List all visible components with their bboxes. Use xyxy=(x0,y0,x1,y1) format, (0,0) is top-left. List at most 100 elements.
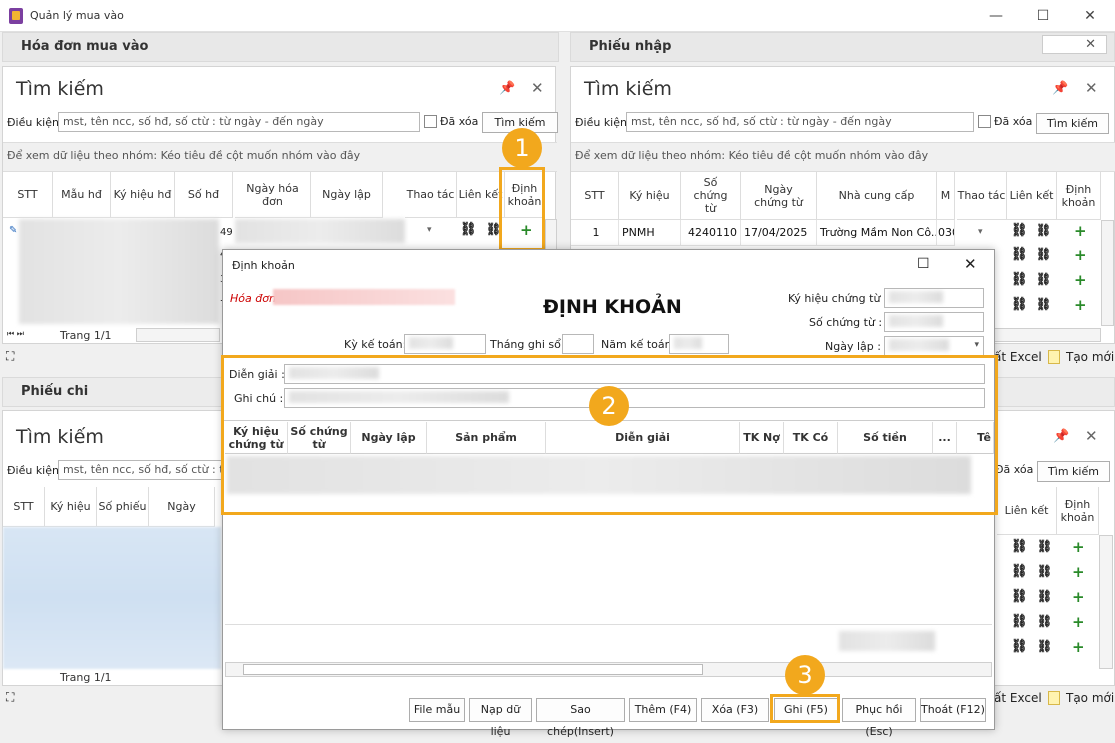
pager-first-icon[interactable]: ⏮ ⏭ xyxy=(7,329,24,339)
cell-ky-hieu[interactable]: PNMH xyxy=(619,220,681,246)
chevron-down-icon[interactable]: ▾ xyxy=(974,340,979,350)
chevron-down-icon[interactable]: ▾ xyxy=(427,225,432,235)
ngay-lap-picker[interactable]: ▾ xyxy=(884,336,984,356)
close-icon[interactable]: ✕ xyxy=(1042,35,1107,54)
link-icon[interactable]: ⛓ xyxy=(1011,614,1028,629)
unlink-icon[interactable]: ⛓ xyxy=(1037,614,1052,628)
thang-ghi-so-input[interactable] xyxy=(562,334,594,354)
ky-hieu-ct-input[interactable] xyxy=(884,288,984,308)
unlink-icon[interactable]: ⛓ xyxy=(1036,272,1051,286)
search-button[interactable]: Tìm kiếm xyxy=(1037,461,1110,482)
new-button[interactable]: Tạo mới xyxy=(1066,350,1114,364)
col-stt[interactable]: STT xyxy=(571,172,619,220)
unlink-icon[interactable]: ⛓ xyxy=(1037,539,1052,553)
col-ky-hieu[interactable]: Ký hiệu xyxy=(45,487,97,527)
vertical-scrollbar[interactable] xyxy=(1101,220,1114,326)
expand-icon[interactable]: ⛶ xyxy=(6,690,14,705)
search-input[interactable]: mst, tên ncc, số hđ, số ctừ : từ ngày - … xyxy=(58,112,420,132)
col-ky-hieu-hd[interactable]: Ký hiệu hđ xyxy=(111,172,175,218)
xoa-button[interactable]: Xóa (F3) xyxy=(701,698,769,722)
col-ngay-lap[interactable]: Ngày lập xyxy=(311,172,383,218)
link-icon[interactable]: ⛓ xyxy=(1011,639,1028,654)
vertical-scrollbar[interactable] xyxy=(1099,535,1113,669)
minimize-button[interactable]: — xyxy=(984,6,1008,26)
add-dinh-khoan-icon[interactable]: + xyxy=(1072,638,1085,656)
link-icon[interactable]: ⛓ xyxy=(1011,589,1028,604)
scroll-thumb[interactable] xyxy=(243,664,703,675)
col-thao-tac[interactable]: Thao tác xyxy=(957,172,1007,220)
link-icon[interactable]: ⛓ xyxy=(1011,247,1028,262)
pin-icon[interactable]: 📌 xyxy=(499,81,515,96)
link-icon[interactable]: ⛓ xyxy=(1011,272,1028,287)
add-dinh-khoan-icon[interactable]: + xyxy=(1072,588,1085,606)
col-so-phieu[interactable]: Số phiếu xyxy=(97,487,149,527)
expand-icon[interactable]: ⛶ xyxy=(6,349,14,364)
col-so-chung-tu[interactable]: Số chứng từ xyxy=(681,172,741,220)
unlink-icon[interactable]: ⛓ xyxy=(1036,223,1051,237)
sao-chep-button[interactable]: Sao chép(Insert) xyxy=(536,698,625,738)
add-dinh-khoan-icon[interactable]: + xyxy=(1072,613,1085,631)
col-mau-hd[interactable]: Mẫu hđ xyxy=(53,172,111,218)
file-mau-button[interactable]: File mẫu xyxy=(409,698,465,722)
col-nha-cung-cap[interactable]: Nhà cung cấp xyxy=(817,172,937,220)
col-ngay[interactable]: Ngày xyxy=(149,487,215,527)
close-icon[interactable]: ✕ xyxy=(531,79,544,97)
col-stt[interactable]: STT xyxy=(3,487,45,527)
col-lien-ket[interactable]: Liên kết xyxy=(997,487,1057,535)
unlink-icon[interactable]: ⛓ xyxy=(1036,297,1051,311)
ky-ke-toan-input[interactable] xyxy=(404,334,486,354)
cell-nha-cung-cap[interactable]: Trường Mầm Non Cô... xyxy=(817,220,937,246)
col-ky-hieu[interactable]: Ký hiệu xyxy=(619,172,681,220)
new-button[interactable]: Tạo mới xyxy=(1066,691,1114,705)
phuc-hoi-button[interactable]: Phục hồi (Esc) xyxy=(842,698,916,738)
unlink-icon[interactable]: ⛓ xyxy=(1037,564,1052,578)
export-excel-button[interactable]: ất Excel xyxy=(994,350,1042,364)
cell-so-chung-tu[interactable]: 4240110 xyxy=(681,220,741,246)
them-button[interactable]: Thêm (F4) xyxy=(629,698,697,722)
col-lien-ket[interactable]: Liên kết xyxy=(457,172,505,218)
col-ngay-hoa-don[interactable]: Ngày hóa đơn xyxy=(235,172,311,218)
col-thao-tac[interactable]: Thao tác xyxy=(405,172,457,218)
cell-stt[interactable]: 1 xyxy=(571,220,619,246)
export-excel-button[interactable]: ất Excel xyxy=(994,691,1042,705)
unlink-icon[interactable]: ⛓ xyxy=(1037,639,1052,653)
pin-icon[interactable]: 📌 xyxy=(1053,429,1069,444)
link-icon[interactable]: ⛓ xyxy=(1011,539,1028,554)
col-ngay-chung-tu[interactable]: Ngày chứng từ xyxy=(741,172,817,220)
unlink-icon[interactable]: ⛓ xyxy=(1037,589,1052,603)
unlink-icon[interactable]: ⛓ xyxy=(1036,247,1051,261)
thoat-button[interactable]: Thoát (F12) xyxy=(920,698,986,722)
nam-ke-toan-input[interactable] xyxy=(669,334,729,354)
link-icon[interactable]: ⛓ xyxy=(1011,564,1028,579)
add-dinh-khoan-icon[interactable]: + xyxy=(1074,222,1087,240)
add-dinh-khoan-icon[interactable]: + xyxy=(1072,538,1085,556)
add-dinh-khoan-icon[interactable]: + xyxy=(1074,296,1087,314)
maximize-button[interactable]: ☐ xyxy=(917,256,930,272)
cell-ngay-chung-tu[interactable]: 17/04/2025 xyxy=(741,220,817,246)
horizontal-scrollbar[interactable] xyxy=(136,328,220,342)
add-dinh-khoan-icon[interactable]: + xyxy=(1072,563,1085,581)
close-button[interactable]: ✕ xyxy=(964,255,977,273)
col-m[interactable]: M xyxy=(937,172,955,220)
so-ct-input[interactable] xyxy=(884,312,984,332)
col-dinh-khoan[interactable]: Định khoản xyxy=(1057,172,1101,220)
pin-icon[interactable]: 📌 xyxy=(1052,81,1068,96)
add-dinh-khoan-icon[interactable]: + xyxy=(1074,246,1087,264)
close-icon[interactable]: ✕ xyxy=(1085,79,1098,97)
col-so-hd[interactable]: Số hđ xyxy=(175,172,233,218)
link-icon[interactable]: ⛓ xyxy=(460,222,477,237)
link-icon[interactable]: ⛓ xyxy=(1011,223,1028,238)
maximize-button[interactable]: ☐ xyxy=(1031,6,1055,26)
col-lien-ket[interactable]: Liên kết xyxy=(1007,172,1057,220)
deleted-checkbox[interactable] xyxy=(424,115,437,128)
deleted-checkbox[interactable] xyxy=(978,115,991,128)
col-stt[interactable]: STT xyxy=(3,172,53,218)
close-icon[interactable]: ✕ xyxy=(1085,427,1098,445)
close-button[interactable]: ✕ xyxy=(1078,6,1102,26)
link-icon[interactable]: ⛓ xyxy=(1011,297,1028,312)
chevron-down-icon[interactable]: ▾ xyxy=(978,227,983,237)
search-input[interactable]: mst, tên ncc, số hđ, số ctừ : từ ngày - … xyxy=(58,460,223,480)
nap-du-lieu-button[interactable]: Nạp dữ liệu xyxy=(469,698,532,738)
search-input[interactable]: mst, tên ncc, số hđ, số ctừ : từ ngày - … xyxy=(626,112,974,132)
cell-m[interactable]: 030 xyxy=(937,220,955,246)
